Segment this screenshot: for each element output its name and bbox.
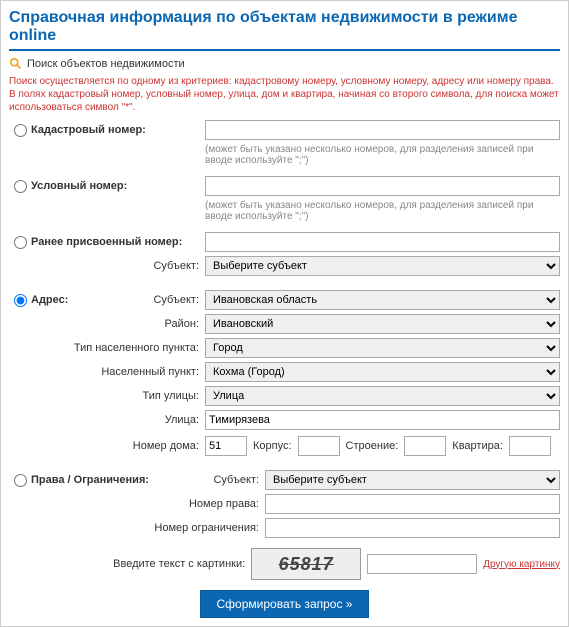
submit-button[interactable]: Сформировать запрос »: [200, 590, 370, 618]
label-addr-build: Строение:: [346, 440, 399, 452]
hint-text: Поиск осуществляется по одному из критер…: [9, 75, 560, 114]
select-addr-streettype[interactable]: Улица: [205, 386, 560, 406]
label-rights-subject: Субъект:: [167, 474, 265, 486]
label-rights-limit: Номер ограничения:: [27, 522, 265, 534]
note-cadastral: (может быть указано несколько номеров, д…: [9, 144, 560, 166]
select-prev-subject[interactable]: Выберите субъект: [205, 256, 560, 276]
input-prev[interactable]: [205, 232, 560, 252]
label-addr-korpus: Корпус:: [253, 440, 292, 452]
label-addr-np: Населенный пункт:: [27, 366, 205, 378]
select-addr-rayon[interactable]: Ивановский: [205, 314, 560, 334]
label-rights: Права / Ограничения:: [27, 474, 167, 486]
input-addr-build[interactable]: [404, 436, 446, 456]
page-title: Справочная информация по объектам недвиж…: [9, 9, 560, 51]
label-addr-flat: Квартира:: [452, 440, 503, 452]
search-icon: [9, 57, 23, 71]
label-addr-typenp: Тип населенного пункта:: [27, 342, 205, 354]
hint-line-1: Поиск осуществляется по одному из критер…: [9, 75, 560, 88]
label-addr-subject: Субъект:: [87, 294, 205, 306]
label-conditional: Условный номер:: [27, 180, 205, 192]
select-addr-np[interactable]: Кохма (Город): [205, 362, 560, 382]
label-prev-subject: Субъект:: [27, 260, 205, 272]
captcha-image: 65817: [251, 548, 361, 580]
captcha-refresh-link[interactable]: Другую картинку: [483, 559, 560, 570]
hint-line-2: В полях кадастровый номер, условный номе…: [9, 88, 560, 114]
input-addr-street[interactable]: [205, 410, 560, 430]
input-addr-flat[interactable]: [509, 436, 551, 456]
input-addr-house[interactable]: [205, 436, 247, 456]
radio-prev[interactable]: [14, 236, 27, 249]
captcha-text: 65817: [279, 554, 334, 575]
input-conditional[interactable]: [205, 176, 560, 196]
input-cadastral[interactable]: [205, 120, 560, 140]
label-captcha: Введите текст с картинки:: [113, 558, 245, 570]
select-addr-subject[interactable]: Ивановская область: [205, 290, 560, 310]
radio-cadastral[interactable]: [14, 124, 27, 137]
input-captcha[interactable]: [367, 554, 477, 574]
input-rights-num[interactable]: [265, 494, 560, 514]
radio-address[interactable]: [14, 294, 27, 307]
form-container: Справочная информация по объектам недвиж…: [0, 0, 569, 627]
label-addr-streettype: Тип улицы:: [27, 390, 205, 402]
input-addr-korpus[interactable]: [298, 436, 340, 456]
radio-rights[interactable]: [14, 474, 27, 487]
search-header: Поиск объектов недвижимости: [9, 57, 560, 71]
search-header-text: Поиск объектов недвижимости: [27, 58, 185, 70]
label-addr-rayon: Район:: [27, 318, 205, 330]
select-rights-subject[interactable]: Выберите субъект: [265, 470, 560, 490]
label-cadastral: Кадастровый номер:: [27, 124, 205, 136]
select-addr-typenp[interactable]: Город: [205, 338, 560, 358]
input-rights-limit[interactable]: [265, 518, 560, 538]
note-conditional: (может быть указано несколько номеров, д…: [9, 200, 560, 222]
label-prev: Ранее присвоенный номер:: [27, 236, 205, 248]
label-addr-street: Улица:: [27, 414, 205, 426]
label-address: Адрес:: [27, 294, 87, 306]
radio-conditional[interactable]: [14, 180, 27, 193]
label-rights-num: Номер права:: [27, 498, 265, 510]
label-addr-house: Номер дома:: [27, 440, 205, 452]
